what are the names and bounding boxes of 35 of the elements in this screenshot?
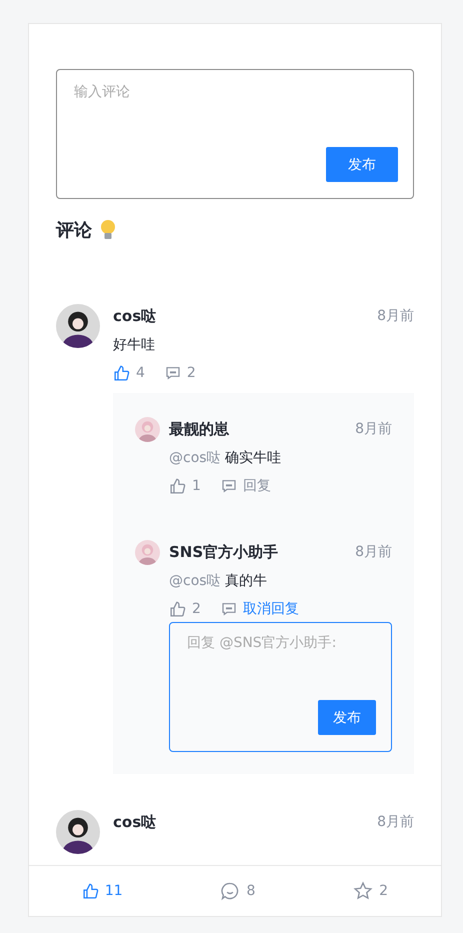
reply-time: 8月前 [355,420,392,438]
reply-author: 最靓的崽 [169,420,229,438]
comment-author: cos哒 [113,306,156,326]
comment-time: 8月前 [377,813,414,831]
thumbs-up-icon [169,478,186,494]
comment-field[interactable]: 输入评论 发布 [56,69,414,199]
reply-button[interactable]: 取消回复 [220,600,299,618]
thumbs-up-icon [169,600,186,618]
reply-author: SNS官方小助手 [169,542,278,562]
thumbs-up-icon [82,882,99,900]
like-button[interactable]: 11 [82,882,123,900]
like-button[interactable]: 4 [113,364,145,382]
reply-text: @cos哒 确实牛哇 [169,449,282,467]
comments-button[interactable]: 8 [220,881,256,901]
reply-text: @cos哒 真的牛 [169,572,268,590]
comment-icon [220,601,237,617]
chat-bubble-icon [220,881,240,901]
bulb-icon [100,219,116,241]
comment-time: 8月前 [377,307,414,325]
comment-text: 好牛哇 [113,336,156,354]
reply-time: 8月前 [355,543,392,561]
comment-author: cos哒 [113,812,156,832]
comment-icon [220,478,237,494]
star-button[interactable]: 2 [353,881,388,901]
reply-button[interactable]: 回复 [220,477,271,495]
publish-button[interactable]: 发布 [318,700,376,735]
comment-icon [164,365,181,381]
reply-field[interactable]: 回复 @SNS官方小助手: 发布 [169,622,392,752]
star-icon [353,881,374,901]
publish-button[interactable]: 发布 [326,147,398,182]
thumbs-up-icon [113,364,130,382]
comments-heading: 评论 [56,219,92,242]
like-button[interactable]: 2 [169,600,201,618]
like-button[interactable]: 1 [169,478,201,494]
replies-button[interactable]: 2 [164,365,196,381]
